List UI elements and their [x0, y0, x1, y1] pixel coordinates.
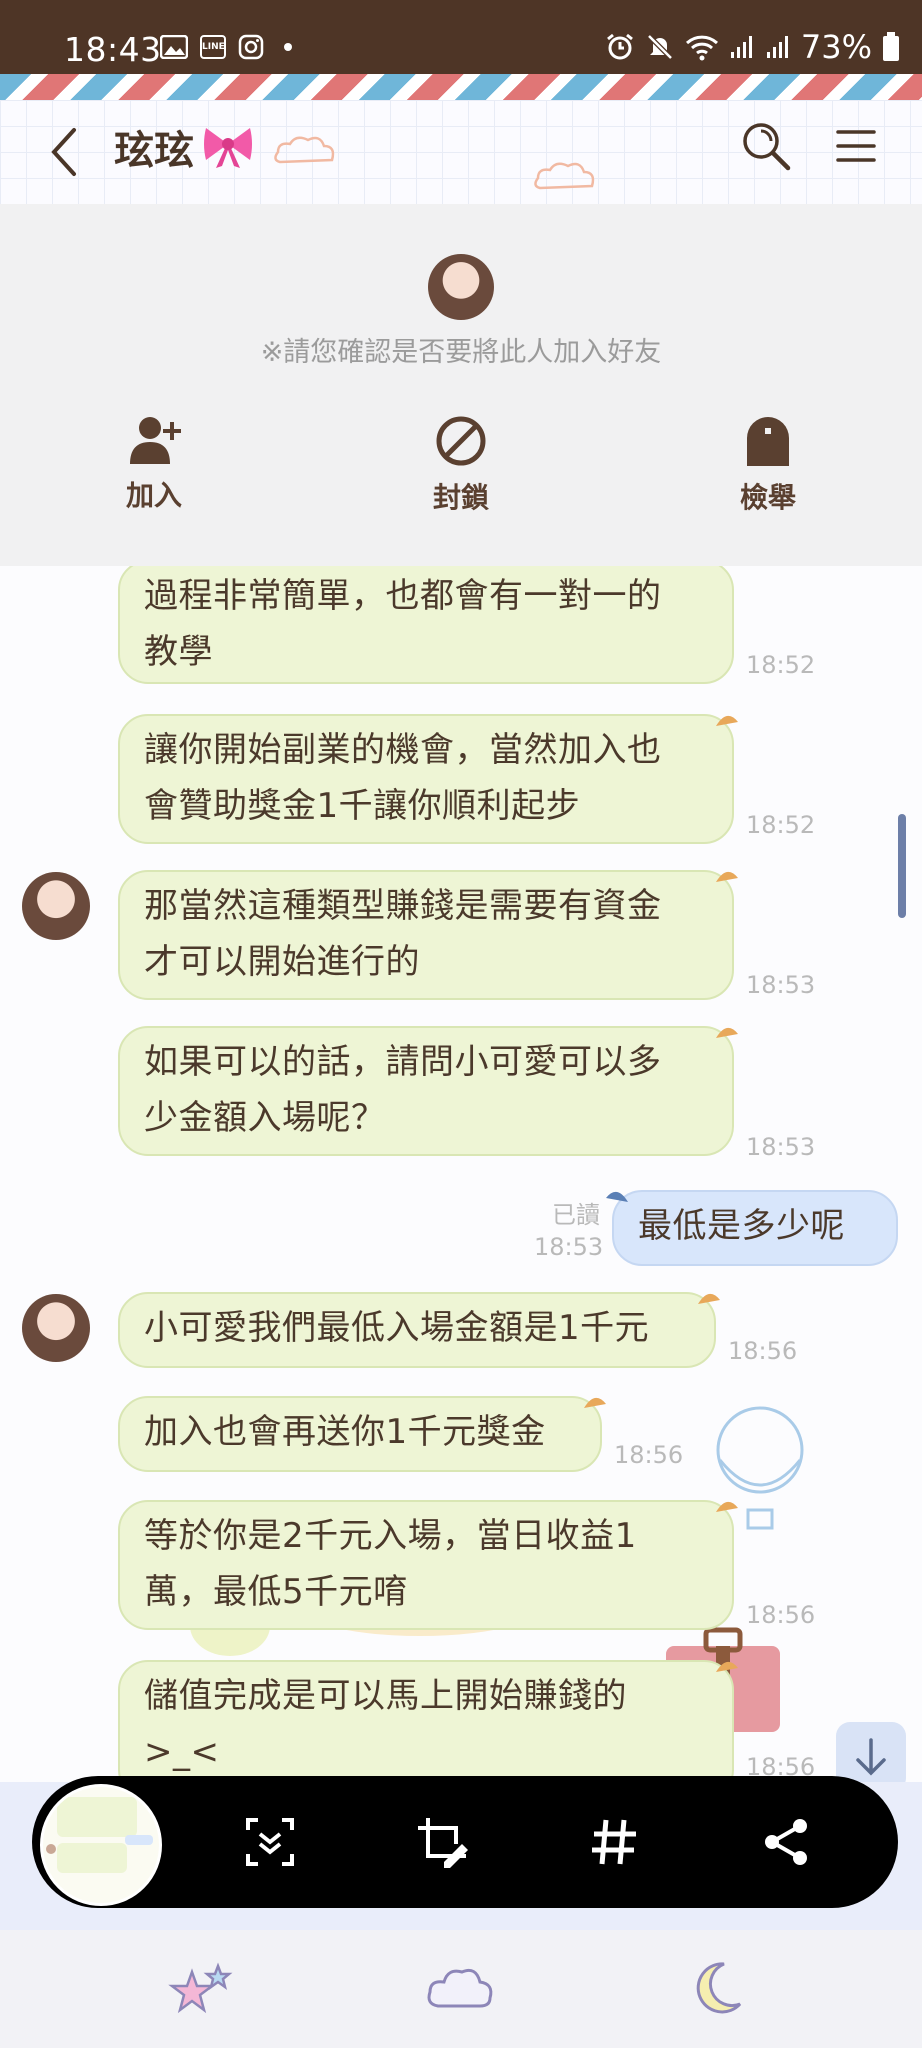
message-line: 少金額入場呢？	[144, 1098, 386, 1138]
add-friend-notice: ※請您確認是否要將此人加入好友	[260, 337, 662, 368]
hat-sticker-icon	[716, 1501, 738, 1512]
message-bubble[interactable]: 小可愛我們最低入場金額是1千元	[118, 1292, 720, 1368]
notification-icons: LINE	[160, 34, 292, 60]
sender-avatar[interactable]	[22, 872, 90, 940]
hat-sticker-icon	[716, 871, 738, 882]
message-line: 過程非常簡單，也都會有一對一的	[144, 576, 662, 616]
moon-icon[interactable]	[682, 1958, 754, 2018]
hat-sticker-icon	[698, 1293, 720, 1304]
message-line: 教學	[144, 632, 213, 672]
stars-icon[interactable]	[166, 1958, 238, 2018]
system-icons: 73%	[605, 28, 900, 66]
hat-sticker-icon	[716, 1661, 738, 1672]
message-bubble[interactable]: 如果可以的話，請問小可愛可以多 少金額入場呢？	[118, 1026, 738, 1156]
airmail-border	[0, 74, 922, 100]
crop-edit-icon[interactable]	[414, 1814, 470, 1870]
chat-title[interactable]: 玹玹	[114, 118, 194, 176]
message-line: 儲值完成是可以馬上開始賺錢的	[144, 1676, 627, 1716]
screenshot-toolbar	[32, 1776, 898, 1908]
menu-icon[interactable]	[834, 122, 878, 170]
message-line: 小可愛我們最低入場金額是1千元	[144, 1308, 650, 1348]
bottom-navigation	[0, 1930, 922, 2048]
signal-icon-2	[766, 36, 788, 58]
message-time: 18:52	[746, 651, 816, 679]
scrollbar-thumb[interactable]	[898, 814, 906, 918]
cloud-doodle-2	[534, 162, 595, 190]
message-time: 18:56	[614, 1441, 684, 1469]
message-bubble[interactable]: 儲值完成是可以馬上開始賺錢的 >_<	[118, 1660, 738, 1782]
message-line: 那當然這種類型賺錢是需要有資金	[144, 886, 662, 926]
status-time: 18:43	[64, 30, 162, 69]
report-icon	[747, 417, 789, 466]
cloud-doodle	[274, 136, 335, 164]
share-icon[interactable]	[758, 1814, 814, 1870]
block-label: 封鎖	[432, 481, 489, 514]
outgoing-message-bubble[interactable]: 最低是多少呢	[606, 1190, 898, 1266]
block-button[interactable]: 封鎖	[381, 414, 541, 516]
message-time: 18:52	[746, 811, 816, 839]
message-line: 加入也會再送你1千元獎金	[144, 1412, 546, 1452]
mute-icon	[647, 34, 673, 60]
contact-avatar[interactable]	[428, 254, 494, 320]
hat-sticker-icon	[716, 715, 738, 726]
alarm-icon	[606, 33, 633, 60]
hashtag-icon[interactable]	[586, 1814, 642, 1870]
cloud-icon[interactable]	[424, 1958, 496, 2018]
add-friend-button[interactable]: 加入	[74, 414, 234, 514]
signal-icon	[730, 36, 752, 58]
status-bar: 18:43 LINE 73%	[0, 0, 922, 74]
pilot-sticker-icon	[606, 1191, 628, 1202]
more-notifications-dot	[284, 43, 292, 51]
hat-sticker-icon	[584, 1397, 606, 1408]
message-time: 18:53	[534, 1233, 604, 1261]
add-friend-label: 加入	[125, 479, 182, 512]
message-line: 等於你是2千元入場，當日收益1	[144, 1516, 637, 1556]
message-time: 18:56	[728, 1337, 798, 1365]
scroll-capture-icon[interactable]	[242, 1814, 298, 1870]
wifi-icon	[685, 35, 718, 61]
message-bubble[interactable]: 加入也會再送你1千元獎金	[118, 1396, 606, 1472]
thumbnail-preview	[43, 1787, 159, 1903]
line-icon: LINE	[200, 35, 226, 59]
battery-icon	[883, 32, 899, 61]
message-line: 讓你開始副業的機會，當然加入也	[144, 730, 662, 770]
chat-messages[interactable]: 昨天 過程非常簡單，也都會有一對一的 教學 18:52 讓你開始副業的機會，當然…	[0, 566, 922, 1782]
message-bubble[interactable]: 過程非常簡單，也都會有一對一的 教學	[118, 566, 734, 684]
ribbon-bow-icon	[204, 128, 252, 168]
message-line: >_<	[144, 1732, 220, 1772]
message-bubble[interactable]: 那當然這種類型賺錢是需要有資金 才可以開始進行的	[118, 870, 738, 1000]
chat-header: 玹玹	[0, 100, 922, 204]
gallery-icon	[160, 35, 188, 59]
add-friend-panel: ※請您確認是否要將此人加入好友 加入 封鎖 檢舉	[0, 204, 922, 566]
message-time: 18:53	[746, 971, 816, 999]
message-line: 萬，最低5千元唷	[144, 1572, 408, 1612]
message-line: 最低是多少呢	[638, 1206, 845, 1246]
message-line: 如果可以的話，請問小可愛可以多	[144, 1042, 662, 1082]
report-button[interactable]: 檢舉	[688, 414, 848, 516]
report-label: 檢舉	[739, 481, 796, 514]
sender-avatar[interactable]	[22, 1294, 90, 1362]
battery-percent: 73%	[800, 28, 872, 66]
message-time: 18:53	[746, 1133, 816, 1161]
message-bubble[interactable]: 讓你開始副業的機會，當然加入也 會贊助獎金1千讓你順利起步	[118, 714, 738, 844]
instagram-icon	[238, 34, 264, 60]
message-bubble[interactable]: 等於你是2千元入場，當日收益1 萬，最低5千元唷	[118, 1500, 738, 1630]
read-receipt: 已讀	[552, 1201, 600, 1229]
message-time: 18:56	[746, 1601, 816, 1629]
message-line: 會贊助獎金1千讓你順利起步	[144, 786, 581, 826]
back-icon[interactable]	[44, 122, 84, 182]
hat-sticker-icon	[716, 1027, 738, 1038]
block-icon	[436, 416, 486, 466]
add-user-icon	[130, 417, 181, 464]
message-line: 才可以開始進行的	[144, 942, 420, 982]
search-icon[interactable]	[738, 118, 794, 174]
screenshot-thumbnail[interactable]	[40, 1784, 162, 1906]
